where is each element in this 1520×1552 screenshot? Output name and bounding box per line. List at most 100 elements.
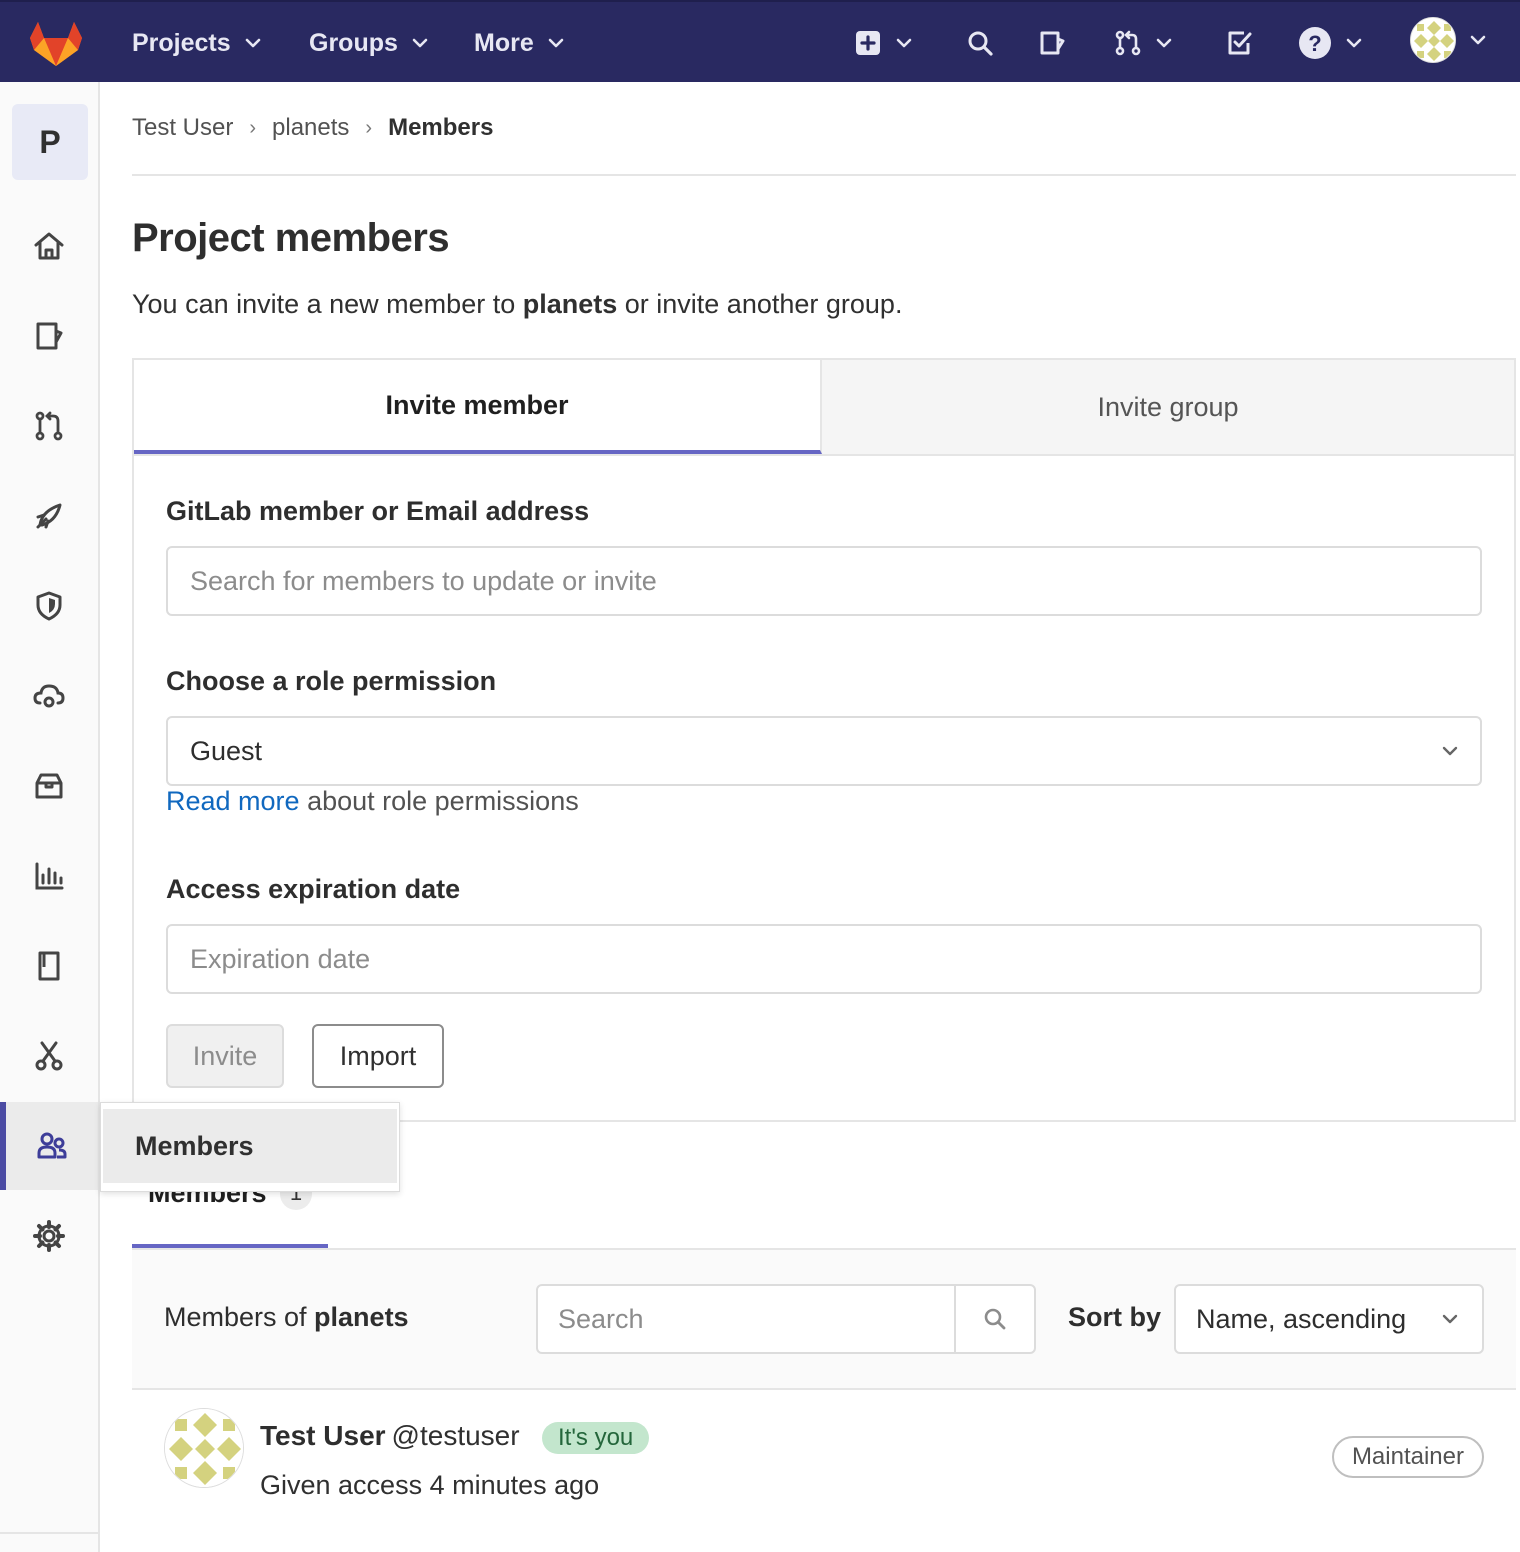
chevron-down-icon: [1442, 1314, 1458, 1324]
shield-icon: [36, 591, 62, 621]
chevron-down-icon: [896, 38, 912, 48]
sidebar-item-analytics[interactable]: [0, 832, 98, 920]
project-sidebar: P: [0, 82, 100, 1552]
member-search-input[interactable]: Search for members to update or invite: [166, 546, 1482, 616]
sidebar-item-snippets[interactable]: [0, 1012, 98, 1100]
help-nav-button[interactable]: ?: [1298, 23, 1364, 63]
filter-title-project: planets: [314, 1302, 409, 1332]
book-icon: [38, 951, 60, 981]
role-field-label: Choose a role permission: [166, 666, 497, 696]
invite-panel: Invite member Invite group GitLab member…: [132, 358, 1516, 1122]
members-search: Search: [536, 1284, 1036, 1354]
chevron-down-icon: [1442, 746, 1458, 756]
gear-icon: [33, 1220, 65, 1252]
sidebar-item-merge-requests[interactable]: [0, 382, 98, 470]
intro-suffix: or invite another group.: [617, 289, 903, 319]
intro-project-name: planets: [522, 289, 618, 319]
sort-select-value: Name, ascending: [1196, 1303, 1407, 1334]
status-badge: It's you: [542, 1422, 650, 1454]
merge-requests-nav-button[interactable]: [1114, 23, 1174, 63]
sidebar-divider: [0, 1532, 98, 1534]
member-name[interactable]: Test User @testuser: [260, 1420, 520, 1452]
sidebar-item-packages[interactable]: [0, 742, 98, 830]
member-display-name: Test User: [260, 1420, 386, 1451]
filter-title-prefix: Members of: [164, 1302, 315, 1332]
cloud-gear-icon: [33, 684, 65, 708]
rocket-icon: [36, 503, 62, 529]
help-icon: ?: [1299, 27, 1331, 59]
chevron-down-icon: [1346, 38, 1362, 48]
invite-tabs: Invite member Invite group: [134, 360, 1514, 456]
sidebar-item-wiki[interactable]: [0, 922, 98, 1010]
member-access-time: Given access 4 minutes ago: [260, 1470, 600, 1500]
breadcrumb: Test User › planets › Members: [132, 82, 1516, 176]
search-icon: [968, 31, 993, 56]
more-menu[interactable]: More: [474, 2, 566, 84]
role-help-text: Read more about role permissions: [166, 786, 579, 817]
invite-button[interactable]: Invite: [166, 1024, 284, 1088]
chevron-down-icon: [245, 38, 260, 48]
page-intro: You can invite a new member to planets o…: [132, 289, 1516, 320]
issues-nav-button[interactable]: [1038, 23, 1066, 63]
members-filter-bar: Members of planets Search Sort by Name, …: [132, 1250, 1516, 1390]
sidebar-item-ci-cd[interactable]: [0, 472, 98, 560]
intro-prefix: You can invite a new member to: [132, 289, 523, 319]
breadcrumb-item-user[interactable]: Test User: [132, 114, 233, 142]
analytics-icon: [35, 862, 64, 890]
role-select-value: Guest: [190, 735, 263, 766]
sidebar-item-issues[interactable]: [0, 292, 98, 380]
gitlab-logo-icon[interactable]: [28, 20, 84, 68]
merge-request-icon: [1115, 30, 1141, 56]
expiration-date-input[interactable]: Expiration date: [166, 924, 1482, 994]
members-filter-title: Members of planets: [164, 1302, 409, 1333]
sort-select[interactable]: Name, ascending: [1174, 1284, 1484, 1354]
avatar[interactable]: [164, 1408, 244, 1488]
search-button[interactable]: [966, 23, 994, 63]
breadcrumb-current[interactable]: Members: [388, 114, 493, 142]
list-item: Test User @testuser It's you Given access…: [132, 1392, 1516, 1522]
issues-icon: [36, 322, 63, 350]
groups-menu[interactable]: Groups: [309, 2, 430, 84]
tab-invite-group[interactable]: Invite group: [822, 360, 1514, 454]
home-icon: [34, 232, 64, 260]
new-dropdown-button[interactable]: [854, 23, 914, 63]
chevron-right-icon: ›: [365, 116, 373, 139]
member-username: @testuser: [391, 1420, 520, 1451]
breadcrumb-item-project[interactable]: planets: [272, 114, 349, 142]
sidebar-item-members[interactable]: [0, 1102, 98, 1190]
chevron-down-icon: [548, 38, 564, 48]
role-select[interactable]: Guest: [166, 716, 1482, 786]
chevron-down-icon: [412, 38, 428, 48]
projects-menu[interactable]: Projects: [132, 2, 263, 84]
sort-label: Sort by: [1068, 1302, 1162, 1332]
project-avatar[interactable]: P: [12, 104, 88, 180]
user-menu-button[interactable]: [1410, 17, 1488, 63]
expiration-field-label: Access expiration date: [166, 874, 461, 904]
sidebar-item-operations[interactable]: [0, 652, 98, 740]
sidebar-item-security[interactable]: [0, 562, 98, 650]
todo-icon: [1228, 31, 1252, 55]
flyout-item-members[interactable]: Members: [103, 1109, 397, 1183]
sidebar-item-project-overview[interactable]: [0, 202, 98, 290]
main-content: Test User › planets › Members Project me…: [132, 82, 1516, 1500]
issues-icon: [1040, 31, 1065, 55]
search-icon: [984, 1308, 1006, 1330]
svg-text:?: ?: [1308, 31, 1321, 56]
import-button[interactable]: Import: [312, 1024, 444, 1088]
projects-menu-label: Projects: [132, 28, 231, 57]
plus-square-icon: [856, 31, 880, 55]
members-search-button[interactable]: [954, 1286, 1034, 1352]
avatar: [1410, 17, 1456, 63]
sidebar-item-settings[interactable]: [0, 1192, 98, 1280]
top-navbar: Projects Groups More ?: [0, 0, 1520, 82]
todos-nav-button[interactable]: [1226, 23, 1254, 63]
members-search-input[interactable]: Search: [538, 1286, 954, 1352]
merge-request-icon: [35, 411, 63, 441]
read-more-link[interactable]: Read more: [166, 786, 300, 816]
tab-invite-member[interactable]: Invite member: [134, 360, 822, 454]
chevron-down-icon: [1470, 35, 1486, 45]
package-icon: [35, 773, 63, 799]
sidebar-flyout-members: Members: [100, 1102, 400, 1192]
members-icon: [37, 1132, 67, 1159]
more-menu-label: More: [474, 28, 534, 57]
